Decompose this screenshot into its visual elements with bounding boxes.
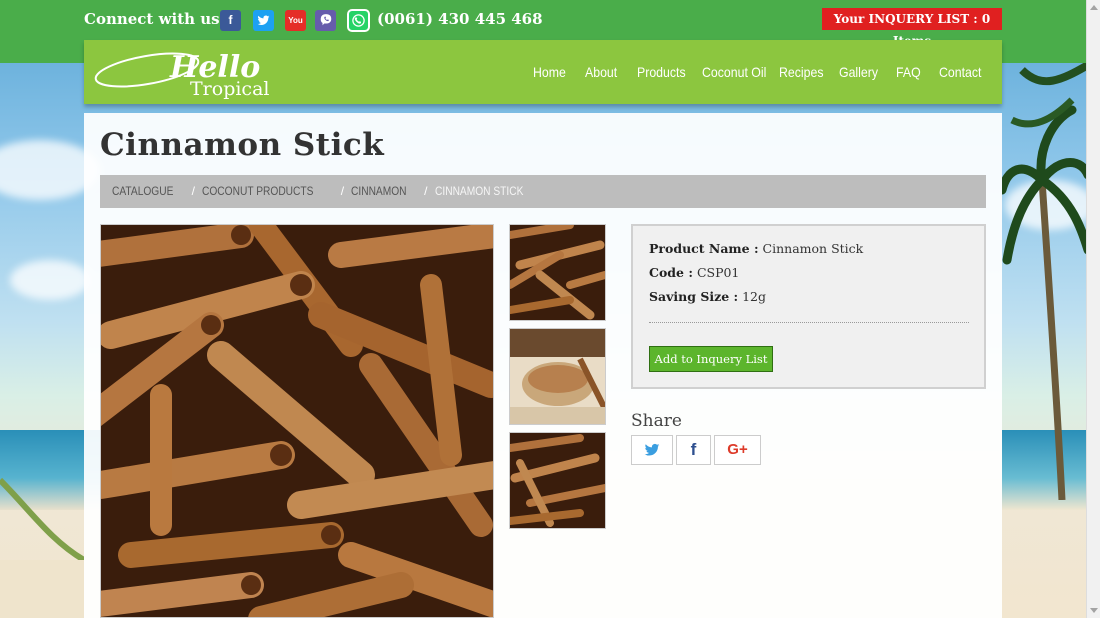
cinnamon-powder-thumbnail-image bbox=[510, 329, 605, 424]
content-panel: Cinnamon Stick CATALOGUE / COCONUT PRODU… bbox=[84, 113, 1002, 618]
product-size-label: Saving Size : bbox=[649, 289, 739, 304]
product-thumbnail[interactable] bbox=[509, 432, 606, 529]
breadcrumb-separator: / bbox=[340, 184, 345, 198]
site-logo[interactable]: Hello Tropical bbox=[92, 44, 292, 100]
product-name-row: Product Name : Cinnamon Stick bbox=[649, 241, 863, 256]
breadcrumb-coconut-products[interactable]: COCONUT PRODUCTS bbox=[202, 175, 313, 208]
info-divider bbox=[649, 322, 969, 323]
palm-leaves-illustration bbox=[0, 477, 84, 618]
nav-contact[interactable]: Contact bbox=[939, 64, 981, 80]
cinnamon-thumbnail-image bbox=[510, 433, 605, 528]
breadcrumb: CATALOGUE / COCONUT PRODUCTS / CINNAMON … bbox=[100, 175, 986, 208]
breadcrumb-catalogue[interactable]: CATALOGUE bbox=[112, 175, 173, 208]
nav-about[interactable]: About bbox=[585, 64, 617, 80]
share-facebook-button[interactable]: f bbox=[676, 435, 711, 465]
viber-icon[interactable] bbox=[315, 10, 336, 31]
add-to-inquiry-button[interactable]: Add to Inquery List bbox=[649, 346, 773, 372]
breadcrumb-cinnamon[interactable]: CINNAMON bbox=[351, 175, 407, 208]
nav-gallery[interactable]: Gallery bbox=[839, 64, 878, 80]
breadcrumb-current: CINNAMON STICK bbox=[434, 184, 524, 198]
share-twitter-button[interactable] bbox=[631, 435, 673, 465]
nav-faq[interactable]: FAQ bbox=[896, 64, 921, 80]
page-title: Cinnamon Stick bbox=[100, 127, 385, 163]
cinnamon-thumbnail-image bbox=[510, 225, 605, 320]
connect-label: Connect with us : bbox=[84, 10, 231, 28]
scroll-down-icon[interactable] bbox=[1090, 608, 1098, 613]
phone-number: (0061) 430 445 468 bbox=[377, 10, 543, 28]
facebook-icon[interactable]: f bbox=[220, 10, 241, 31]
scroll-up-icon[interactable] bbox=[1090, 5, 1098, 10]
nav-home[interactable]: Home bbox=[533, 64, 566, 80]
logo-tropical-text: Tropical bbox=[190, 78, 270, 100]
share-label: Share bbox=[631, 411, 682, 431]
nav-coconut-oil[interactable]: Coconut Oil bbox=[702, 64, 766, 80]
breadcrumb-separator: / bbox=[424, 184, 428, 198]
product-size-row: Saving Size : 12g bbox=[649, 289, 766, 304]
background-cloud bbox=[10, 260, 90, 300]
product-main-image[interactable] bbox=[100, 224, 494, 618]
product-thumbnail[interactable] bbox=[509, 224, 606, 321]
product-info-box: Product Name : Cinnamon Stick Code : CSP… bbox=[631, 224, 986, 389]
cinnamon-sticks-image bbox=[101, 225, 493, 617]
scrollbar[interactable] bbox=[1086, 0, 1100, 618]
share-google-plus-button[interactable]: G+ bbox=[714, 435, 761, 465]
product-code-row: Code : CSP01 bbox=[649, 265, 739, 280]
inquiry-list-button[interactable]: Your INQUERY LIST : 0 Items bbox=[822, 8, 1002, 48]
nav-recipes[interactable]: Recipes bbox=[779, 64, 824, 80]
breadcrumb-separator: / bbox=[191, 184, 195, 198]
product-size-value: 12g bbox=[742, 289, 767, 304]
product-code-value: CSP01 bbox=[696, 265, 740, 280]
whatsapp-icon[interactable] bbox=[347, 9, 370, 32]
product-thumbnail[interactable] bbox=[509, 328, 606, 425]
product-name-value: Cinnamon Stick bbox=[762, 241, 864, 256]
youtube-icon[interactable]: You bbox=[285, 10, 306, 31]
nav-products[interactable]: Products bbox=[637, 64, 686, 80]
product-code-label: Code : bbox=[649, 265, 693, 280]
product-name-label: Product Name : bbox=[649, 241, 759, 256]
google-plus-icon: G+ bbox=[727, 441, 748, 458]
twitter-icon[interactable] bbox=[253, 10, 274, 31]
main-navbar: Hello Tropical Home About Products Cocon… bbox=[84, 40, 1002, 104]
facebook-icon: f bbox=[690, 440, 697, 459]
twitter-icon bbox=[644, 443, 660, 456]
palm-tree-illustration bbox=[1002, 61, 1088, 500]
